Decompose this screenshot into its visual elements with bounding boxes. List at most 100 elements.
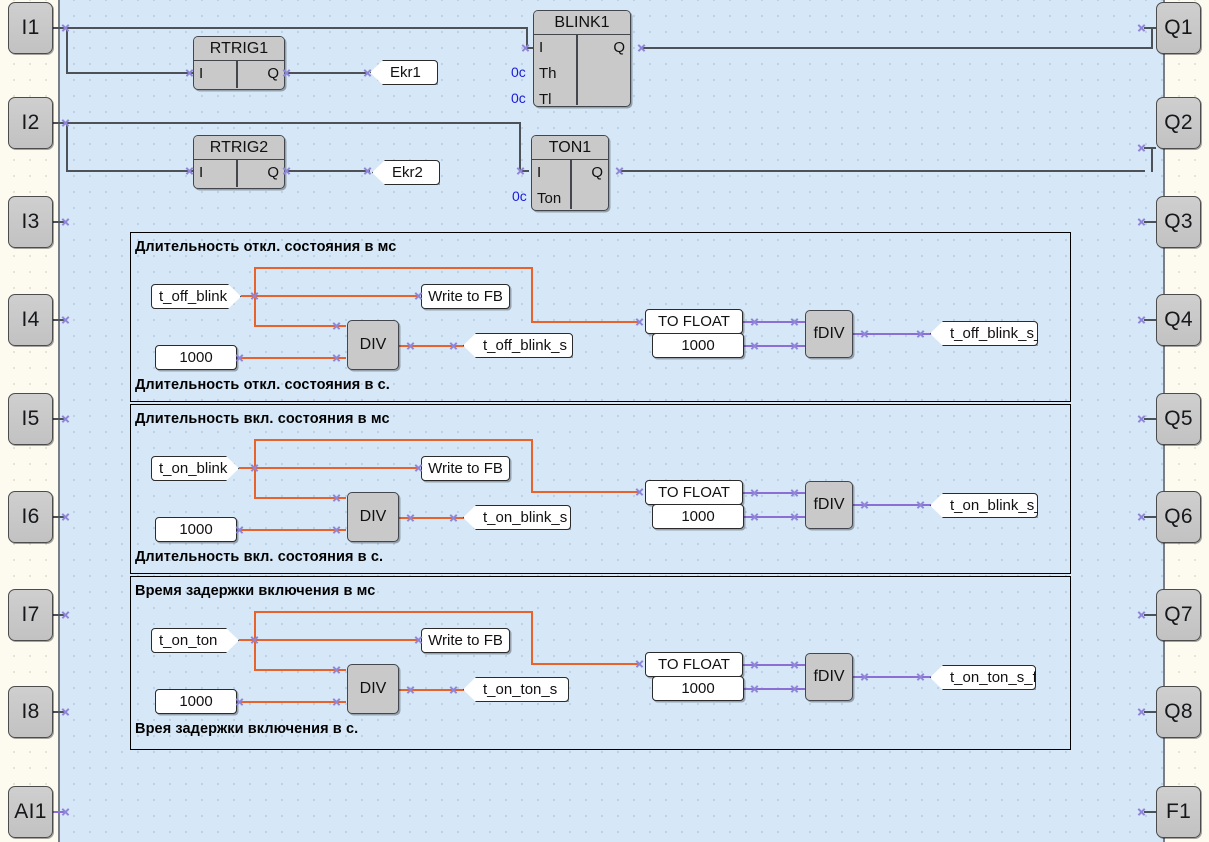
group-2-variable-in[interactable]: t_on_blink [151,456,239,481]
wire-i2-down-rtrig[interactable] [66,122,68,172]
output-terminal-q4[interactable]: Q4 [1156,294,1201,346]
g1-wire-var-branch-v[interactable] [254,267,256,327]
group-2-const-fdiv[interactable]: 1000 [652,504,744,529]
g1-wire-to-tofloat[interactable] [531,321,639,323]
init-value-ton[interactable]: 0c [512,188,527,204]
g1-wire-top-run[interactable] [254,267,532,269]
g2-wire-fdiv-out[interactable] [853,504,933,506]
pin-in-th[interactable]: Th [539,65,557,82]
group-1-tofloat-block[interactable]: TO FLOAT [645,309,743,334]
g2-wire-tofloat-to-fdiv[interactable] [743,492,805,494]
input-terminal-i6[interactable]: I6 [8,491,53,543]
group-2-variable-mid[interactable]: t_on_blink_s [463,505,571,530]
g3-wire-var-branch-v[interactable] [254,611,256,671]
wire-rtrig2-to-ekr2[interactable] [288,170,370,172]
pin-in-i[interactable]: I [539,39,543,56]
group-3-div-block[interactable]: DIV [347,664,399,714]
group-3-const-div[interactable]: 1000 [155,689,237,714]
group-1-div-block[interactable]: DIV [347,320,399,370]
group-3-fdiv-block[interactable]: fDIV [805,653,853,701]
group-1-variable-in[interactable]: t_off_blink [151,284,241,309]
input-terminal-i2[interactable]: I2 [8,97,53,149]
group-3-variable-in[interactable]: t_on_ton [151,628,239,653]
input-terminal-i3[interactable]: I3 [8,196,53,248]
group-1-variable-mid[interactable]: t_off_blink_s [463,333,573,358]
g3-wire-tofloat-to-fdiv[interactable] [743,664,805,666]
g3-wire-div-in2[interactable] [237,701,346,703]
output-terminal-f1[interactable]: F1 [1156,786,1201,838]
group-1-const-div[interactable]: 1000 [155,345,237,370]
group-2-div-block[interactable]: DIV [347,492,399,542]
output-terminal-q3[interactable]: Q3 [1156,196,1201,248]
wire-i1-down-rtrig[interactable] [66,27,68,74]
pin-in-i[interactable]: I [537,164,541,181]
g2-wire-top-run[interactable] [254,439,532,441]
pin-out-q[interactable]: Q [267,65,279,82]
fbd-editor-canvas[interactable]: I1 I2 I3 I4 I5 I6 I7 I8 AI1 Q1 Q2 Q3 Q4 … [0,0,1209,842]
g1-wire-var-to-write[interactable] [241,295,419,297]
pin-out-q[interactable]: Q [591,164,603,181]
g1-wire-fdiv-out[interactable] [853,333,933,335]
group-1-write-to-fb[interactable]: Write to FB [421,284,510,309]
group-2-variable-out[interactable]: t_on_blink_s_f [930,493,1038,518]
g1-wire-div-in1[interactable] [254,325,346,327]
pin-in-i[interactable]: I [199,65,203,82]
wire-rtrig1-to-ekr1[interactable] [288,72,368,74]
wire-i1-down-blink[interactable] [526,27,528,49]
g3-wire-div-in1[interactable] [254,669,346,671]
block-blink1[interactable]: BLINK1 I Th Tl Q [533,10,631,107]
g2-wire-const-to-fdiv[interactable] [744,516,805,518]
g3-wire-fdiv-out[interactable] [853,676,933,678]
group-3-tofloat-block[interactable]: TO FLOAT [645,652,743,677]
pin-in-tl[interactable]: Tl [539,91,552,107]
pin-in-ton[interactable]: Ton [537,190,561,207]
group-3-write-to-fb[interactable]: Write to FB [421,628,510,653]
group-2-fdiv-block[interactable]: fDIV [805,481,853,529]
init-value-th[interactable]: 0c [511,64,526,80]
group-1-fdiv-block[interactable]: fDIV [805,310,853,358]
wire-ton-in[interactable] [519,170,529,172]
g1-wire-div-out[interactable] [399,345,469,347]
g3-wire-div-out[interactable] [399,689,469,691]
g1-wire-const-to-fdiv[interactable] [744,345,805,347]
input-terminal-i1[interactable]: I1 [8,2,53,54]
wire-ton1-to-q2-v[interactable] [1151,147,1153,172]
output-terminal-q7[interactable]: Q7 [1156,589,1201,641]
group-2-tofloat-block[interactable]: TO FLOAT [645,480,743,505]
wire-blink1-to-q1-v[interactable] [1151,27,1153,49]
g1-wire-tofloat-to-fdiv[interactable] [743,321,805,323]
block-rtrig1[interactable]: RTRIG1 I Q [193,36,285,90]
group-2-const-div[interactable]: 1000 [155,517,237,542]
wire-blink1-to-q1-h[interactable] [643,47,1153,49]
pin-in-i[interactable]: I [199,164,203,181]
group-3-const-fdiv[interactable]: 1000 [652,676,744,701]
input-terminal-i5[interactable]: I5 [8,393,53,445]
variable-out-ekr1[interactable]: Ekr1 [370,60,438,85]
g2-wire-var-branch-v[interactable] [254,439,256,499]
input-terminal-i7[interactable]: I7 [8,589,53,641]
output-terminal-q5[interactable]: Q5 [1156,393,1201,445]
g2-wire-var-to-write[interactable] [239,467,419,469]
variable-out-ekr2[interactable]: Ekr2 [372,160,440,185]
g3-wire-var-to-write[interactable] [239,639,419,641]
wire-ton1-to-q2-h[interactable] [621,170,1145,172]
wire-i1-top[interactable] [65,27,528,29]
g2-wire-div-out[interactable] [399,517,469,519]
group-2-write-to-fb[interactable]: Write to FB [421,456,510,481]
group-1-variable-out[interactable]: t_off_blink_s_f [930,321,1038,346]
pin-out-q[interactable]: Q [267,164,279,181]
g2-wire-to-tofloat[interactable] [531,491,639,493]
input-terminal-ai1[interactable]: AI1 [8,786,53,838]
g3-wire-top-run[interactable] [254,611,532,613]
g2-wire-div-in2[interactable] [237,529,346,531]
output-terminal-q6[interactable]: Q6 [1156,491,1201,543]
block-ton1[interactable]: TON1 I Ton Q [531,135,609,211]
pin-out-q[interactable]: Q [613,39,625,56]
input-terminal-i4[interactable]: I4 [8,294,53,346]
group-3-variable-mid[interactable]: t_on_ton_s [463,677,569,702]
g1-wire-div-in2[interactable] [237,357,346,359]
g2-wire-div-in1[interactable] [254,497,346,499]
wire-i1-rtrig-in[interactable] [66,72,193,74]
g3-wire-const-to-fdiv[interactable] [744,688,805,690]
output-terminal-q8[interactable]: Q8 [1156,686,1201,738]
